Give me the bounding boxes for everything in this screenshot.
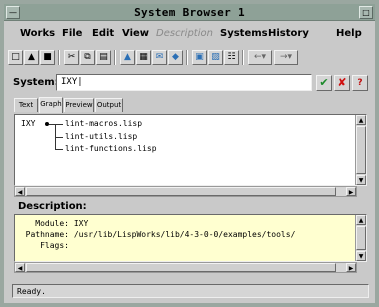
description-row: Flags: bbox=[19, 241, 69, 250]
build-icon[interactable]: ✉ bbox=[152, 50, 167, 65]
tab-text[interactable]: Text bbox=[14, 98, 38, 112]
preview-icon[interactable]: ◆ bbox=[168, 50, 183, 65]
description-value: /usr/lib/LispWorks/lib/4-3-0-0/examples/… bbox=[73, 230, 296, 239]
load-icon[interactable]: ▦ bbox=[136, 50, 151, 65]
back-icon[interactable]: ←▾ bbox=[248, 50, 272, 65]
maximize-button[interactable]: □ bbox=[359, 6, 373, 19]
cut-icon[interactable]: ✂ bbox=[64, 50, 79, 65]
new-icon[interactable]: □ bbox=[8, 50, 23, 65]
toolbar-separator bbox=[242, 50, 244, 65]
description-label: Description: bbox=[18, 201, 87, 212]
tab-graph[interactable]: Graph bbox=[39, 97, 63, 113]
menu-systems[interactable]: Systems bbox=[220, 28, 268, 39]
tree-child-node[interactable]: lint-functions.lisp bbox=[65, 144, 157, 153]
help-icon[interactable]: ? bbox=[352, 75, 368, 91]
description-key: Flags: bbox=[40, 241, 69, 250]
scroll-down-icon[interactable]: ▼ bbox=[356, 251, 366, 261]
tree-root-node[interactable]: IXY bbox=[21, 119, 35, 128]
browse-icon[interactable]: ▣ bbox=[192, 50, 207, 65]
scroll-left-icon[interactable]: ◀ bbox=[15, 187, 25, 196]
scroll-thumb[interactable] bbox=[356, 126, 366, 174]
menu-history[interactable]: History bbox=[268, 28, 309, 39]
description-row: Module: IXY bbox=[19, 219, 88, 228]
save-icon[interactable]: ■ bbox=[40, 50, 55, 65]
scroll-right-icon[interactable]: ▶ bbox=[346, 263, 356, 272]
description-row: Pathname: /usr/lib/LispWorks/lib/4-3-0-0… bbox=[19, 230, 296, 239]
toolbar-separator bbox=[114, 50, 116, 65]
scroll-up-icon[interactable]: ▲ bbox=[356, 215, 366, 225]
inspect-icon[interactable]: ▨ bbox=[208, 50, 223, 65]
menu-works[interactable]: Works bbox=[20, 28, 55, 39]
scroll-up-icon[interactable]: ▲ bbox=[356, 115, 366, 125]
description-vertical-scrollbar[interactable]: ▲ ▼ bbox=[355, 215, 366, 261]
description-pane: Module: IXY Pathname: /usr/lib/LispWorks… bbox=[14, 214, 367, 262]
tree-edge bbox=[49, 124, 63, 125]
paste-icon[interactable]: ▤ bbox=[96, 50, 111, 65]
title-bar[interactable]: — System Browser 1 □ bbox=[4, 4, 375, 21]
system-label: System: bbox=[13, 77, 59, 88]
system-input[interactable]: IXY| bbox=[56, 74, 312, 91]
scroll-thumb[interactable] bbox=[26, 187, 336, 196]
toolbar-separator bbox=[58, 50, 60, 65]
menu-bar: Works File Edit View Description Systems… bbox=[4, 23, 375, 45]
open-icon[interactable]: ▲ bbox=[24, 50, 39, 65]
scroll-right-icon[interactable]: ▶ bbox=[346, 187, 356, 196]
status-text: Ready. bbox=[17, 287, 46, 296]
scroll-thumb[interactable] bbox=[26, 263, 336, 272]
graph-vertical-scrollbar[interactable]: ▲ ▼ bbox=[355, 115, 366, 185]
cancel-icon[interactable]: ✘ bbox=[334, 75, 350, 91]
graph-horizontal-scrollbar[interactable]: ◀ ▶ bbox=[14, 186, 357, 197]
system-row: System: IXY| ✔ ✘ ? bbox=[4, 72, 375, 94]
tree-child-node[interactable]: lint-macros.lisp bbox=[65, 119, 142, 128]
scroll-down-icon[interactable]: ▼ bbox=[356, 175, 366, 185]
description-key: Pathname: bbox=[25, 230, 69, 239]
toolbar: □ ▲ ■ ✂ ⧉ ▤ ▲ ▦ ✉ ◆ ▣ ▨ ☷ ←▾ →▾ bbox=[4, 47, 375, 69]
menu-view[interactable]: View bbox=[122, 28, 149, 39]
tab-output[interactable]: Output bbox=[95, 98, 123, 112]
system-browser-window: — System Browser 1 □ Works File Edit Vie… bbox=[0, 0, 379, 307]
status-bar: Ready. bbox=[12, 284, 369, 298]
tree-edge bbox=[55, 137, 63, 138]
graph-pane[interactable]: IXY lint-macros.lisp lint-utils.lisp lin… bbox=[14, 114, 367, 186]
scroll-thumb[interactable] bbox=[356, 226, 366, 250]
system-input-value: IXY bbox=[61, 77, 78, 87]
description-horizontal-scrollbar[interactable]: ◀ ▶ bbox=[14, 262, 357, 273]
tree-child-node[interactable]: lint-utils.lisp bbox=[65, 132, 137, 141]
tree-icon[interactable]: ☷ bbox=[224, 50, 239, 65]
copy-icon[interactable]: ⧉ bbox=[80, 50, 95, 65]
compile-icon[interactable]: ▲ bbox=[120, 50, 135, 65]
menu-description[interactable]: Description bbox=[156, 28, 213, 39]
checkmark-icon[interactable]: ✔ bbox=[316, 75, 332, 91]
window-title: System Browser 1 bbox=[134, 6, 245, 19]
description-key: Module: bbox=[35, 219, 69, 228]
window-body: — System Browser 1 □ Works File Edit Vie… bbox=[4, 4, 375, 303]
forward-icon[interactable]: →▾ bbox=[274, 50, 298, 65]
tab-preview[interactable]: Preview bbox=[64, 98, 94, 112]
scroll-left-icon[interactable]: ◀ bbox=[15, 263, 25, 272]
menu-file[interactable]: File bbox=[62, 28, 82, 39]
toolbar-separator bbox=[186, 50, 188, 65]
description-value: IXY bbox=[73, 219, 89, 228]
tree-edge bbox=[55, 149, 63, 150]
menu-help[interactable]: Help bbox=[336, 28, 362, 39]
menu-edit[interactable]: Edit bbox=[92, 28, 114, 39]
